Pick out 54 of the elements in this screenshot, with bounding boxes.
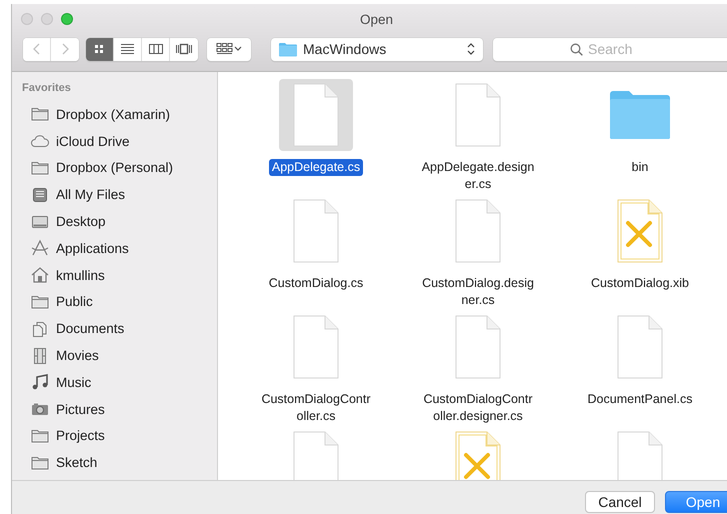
list-icon [120, 42, 135, 56]
document-icon [616, 315, 664, 379]
document-icon [454, 199, 502, 263]
arrange-button[interactable] [207, 38, 251, 60]
sidebar-item[interactable]: Projects [12, 422, 217, 450]
sidebar-heading: Favorites [21, 82, 72, 96]
file-name[interactable]: CustomDialogController.designer.cs [417, 391, 539, 425]
sidebar-item[interactable]: Public [12, 288, 217, 316]
document-icon [292, 315, 340, 379]
file-name[interactable]: AppDelegate.designer.cs [417, 159, 539, 193]
columns-icon [148, 42, 163, 56]
house-icon [30, 266, 50, 284]
document-icon [292, 83, 340, 147]
document-icon [454, 83, 502, 147]
search-field[interactable]: Search [493, 38, 727, 60]
file-name[interactable]: CustomDialogController.cs [255, 391, 377, 425]
file-stack-icon [30, 186, 50, 204]
sidebar-item[interactable]: Dropbox (Xamarin) [12, 101, 217, 128]
view-mode-button[interactable] [142, 38, 170, 60]
stepper-icon [467, 42, 475, 56]
folder-icon [30, 105, 50, 124]
folder-icon [609, 90, 671, 140]
cover-flow-icon [175, 42, 193, 56]
sidebar-item[interactable]: Dropbox (Personal) [12, 154, 217, 182]
file-name[interactable]: CustomDialog.designer.cs [417, 275, 539, 309]
sidebar-item[interactable]: Movies [12, 342, 217, 369]
folder-icon [279, 42, 297, 56]
file-name[interactable]: CustomDialog.cs [266, 275, 366, 292]
music-note-icon [30, 373, 50, 392]
file-name[interactable]: CustomDialog.xib [588, 275, 692, 292]
sidebar-item[interactable]: Pictures [12, 396, 217, 423]
xib-file-icon [616, 199, 664, 263]
file-name[interactable]: bin [628, 159, 652, 176]
grid-caret-icon [216, 42, 242, 56]
sidebar-item[interactable]: All My Files [12, 181, 217, 208]
sidebar-item[interactable]: Desktop [12, 208, 217, 235]
sidebar-item[interactable]: iCloud Drive [12, 128, 217, 155]
search-icon [570, 42, 583, 56]
sidebar-item[interactable]: Applications [12, 234, 217, 262]
file-name[interactable]: AppDelegate.cs [268, 159, 364, 176]
document-icon [454, 315, 502, 379]
sidebar-item[interactable]: kmullins [12, 262, 217, 289]
cancel-button[interactable]: Cancel [585, 490, 655, 512]
window-title: Open [360, 12, 394, 26]
sidebar-item[interactable]: Documents [12, 315, 217, 342]
sidebar-item[interactable]: Music [12, 368, 217, 396]
view-mode-button[interactable] [86, 38, 114, 60]
view-mode-button[interactable] [170, 38, 198, 60]
location-popup[interactable]: MacWindows [271, 38, 483, 60]
sidebar-item[interactable]: Sketch [12, 449, 217, 476]
file-name[interactable]: DocumentPanel.cs [584, 391, 696, 408]
applications-icon [30, 239, 50, 258]
document-icon [292, 199, 340, 263]
view-mode-button[interactable] [114, 38, 142, 60]
